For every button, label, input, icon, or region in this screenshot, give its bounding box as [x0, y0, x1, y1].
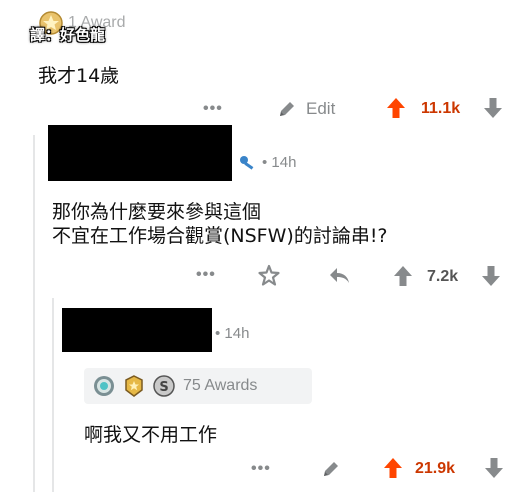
- upvote-button[interactable]: [386, 97, 406, 119]
- reply-button[interactable]: [328, 266, 352, 286]
- timestamp: • 14h: [215, 325, 250, 342]
- comment-body: 啊我又不用工作: [84, 424, 218, 446]
- silver-award-icon: S: [152, 374, 176, 398]
- redacted-username: [62, 308, 212, 352]
- edit-button[interactable]: Edit: [276, 98, 335, 120]
- more-dots-icon: •••: [251, 460, 271, 477]
- upvote-button[interactable]: [393, 265, 413, 287]
- more-options-button[interactable]: •••: [203, 100, 223, 118]
- edit-label: Edit: [306, 99, 336, 118]
- downvote-arrow-icon: [483, 97, 503, 119]
- awards-chip[interactable]: S 75 Awards: [84, 368, 312, 404]
- downvote-arrow-icon: [481, 265, 501, 287]
- more-options-button[interactable]: •••: [196, 266, 216, 284]
- helpful-award-icon: [92, 374, 116, 398]
- awards-count: 75 Awards: [183, 377, 258, 394]
- downvote-button[interactable]: [483, 97, 503, 119]
- upvote-arrow-icon: [386, 97, 406, 119]
- comment-body: 我才14歲: [38, 65, 120, 87]
- comment-body: 那你為什麼要來參與這個 不宜在工作場合觀賞(NSFW)的討論串!?: [52, 200, 388, 248]
- score: 21.9k: [415, 460, 456, 477]
- downvote-button[interactable]: [484, 457, 504, 479]
- timestamp-text: 14h: [224, 325, 250, 342]
- comment-body-line: 不宜在工作場合觀賞(NSFW)的討論串!?: [52, 225, 388, 247]
- upvote-arrow-icon: [393, 265, 413, 287]
- comment-body-line: 那你為什麼要來參與這個: [52, 201, 262, 223]
- more-options-button[interactable]: •••: [251, 460, 271, 478]
- give-award-button[interactable]: [257, 264, 281, 288]
- translator-credit: 譯：好色龍: [30, 26, 106, 44]
- redacted-username: [48, 125, 232, 181]
- score: 11.1k: [421, 100, 461, 117]
- score: 7.2k: [427, 268, 459, 285]
- mic-icon: [236, 153, 258, 171]
- more-dots-icon: •••: [196, 266, 216, 283]
- timestamp: • 14h: [262, 154, 297, 171]
- more-dots-icon: •••: [203, 100, 223, 117]
- pencil-icon: [276, 98, 298, 120]
- pencil-icon: [320, 458, 342, 480]
- svg-text:S: S: [159, 380, 168, 395]
- share-arrow-icon: [328, 266, 352, 286]
- downvote-arrow-icon: [484, 457, 504, 479]
- timestamp-text: 14h: [271, 154, 297, 171]
- threadline[interactable]: [52, 298, 54, 492]
- threadline[interactable]: [33, 135, 35, 492]
- upvote-button[interactable]: [383, 457, 403, 479]
- downvote-button[interactable]: [481, 265, 501, 287]
- gold-award-icon: [122, 374, 146, 398]
- upvote-arrow-icon: [383, 457, 403, 479]
- award-gift-icon: [257, 264, 281, 288]
- edit-button[interactable]: [320, 458, 342, 480]
